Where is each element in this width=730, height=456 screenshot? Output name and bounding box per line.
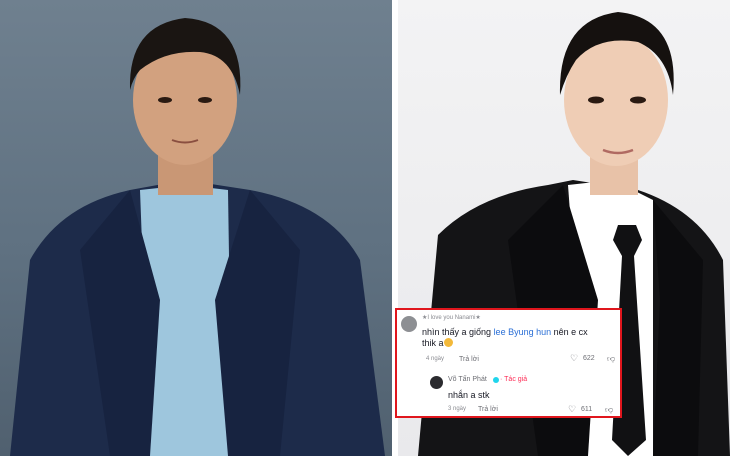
- author-badge: · Tác giả: [500, 376, 528, 383]
- reply-dislike-icon[interactable]: 👎︎: [605, 405, 613, 415]
- photo-left: [0, 0, 392, 456]
- author-username[interactable]: Võ Tấn Phát: [448, 376, 487, 383]
- comment-reply-button[interactable]: Trả lời: [459, 356, 479, 363]
- comment-thread-card: ★I love you Nanami★ nhìn thấy a giống le…: [395, 308, 622, 418]
- commenter-username[interactable]: ★I love you Nanami★: [422, 314, 481, 321]
- reply-like-heart-icon[interactable]: ♡: [568, 404, 576, 415]
- mention-link[interactable]: lee Byung hun: [494, 327, 552, 337]
- comment-text: nhìn thấy a giống lee Byung hun nên e cx…: [422, 327, 588, 348]
- commenter-avatar[interactable]: [401, 316, 417, 332]
- author-avatar[interactable]: [430, 376, 443, 389]
- verified-badge-icon: [493, 377, 499, 383]
- comment-time: 4 ngày: [426, 356, 445, 362]
- reply-text: nhắn a stk: [448, 390, 490, 400]
- reply-reply-button[interactable]: Trả lời: [478, 406, 498, 413]
- portrait-left: [10, 18, 385, 456]
- dislike-icon[interactable]: 👎︎: [607, 354, 615, 364]
- like-heart-icon[interactable]: ♡: [570, 353, 578, 364]
- comment-like-count: 622: [583, 355, 595, 362]
- hug-emoji-icon: [443, 338, 453, 347]
- reply-like-count: 611: [581, 406, 593, 413]
- reply-time: 3 ngày: [448, 406, 467, 412]
